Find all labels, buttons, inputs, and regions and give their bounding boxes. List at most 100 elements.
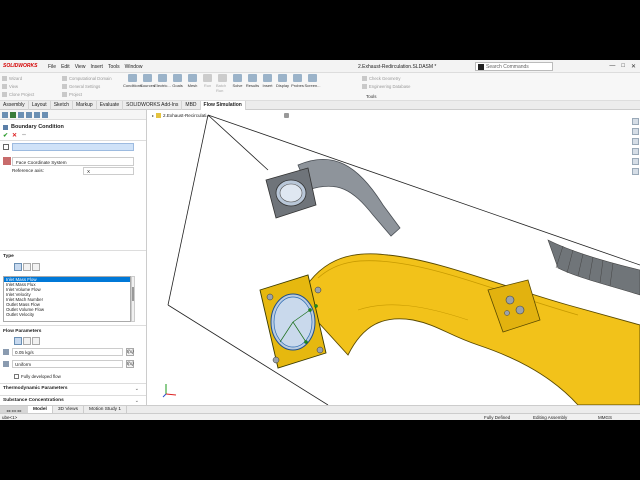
appearances-icon[interactable] [632,158,639,165]
check-geometry-icon [362,76,367,81]
boundary-condition-title: Boundary Condition [3,124,64,130]
close-button[interactable]: ✕ [631,63,636,70]
conditions-button[interactable]: Conditions [123,74,142,93]
clone-icon [2,92,7,97]
configuration-icon[interactable] [18,112,24,118]
fully-developed-checkbox[interactable] [14,374,19,379]
view-palette-icon[interactable] [632,148,639,155]
design-library-icon[interactable] [632,128,639,135]
custom-properties-icon[interactable] [632,168,639,175]
project-button[interactable]: Project [62,91,112,98]
substance-section[interactable]: Substance Concentrations [3,398,64,403]
type-option[interactable]: Outlet Velocity [4,312,130,317]
computational-domain-button[interactable]: Computational Domain [62,75,112,82]
clone-project-button[interactable]: Clone Project [2,91,34,98]
tab-layout[interactable]: Layout [29,101,51,110]
menu-view[interactable]: View [75,64,86,70]
tab-sketch[interactable]: Sketch [51,101,73,110]
tab-3d-views[interactable]: 3D Views [53,406,85,413]
reference-triad-icon [162,384,177,398]
pressure-openings-icon[interactable] [23,263,31,271]
run-button[interactable]: Run [201,74,214,93]
wall-icon[interactable] [32,263,40,271]
general-settings-button[interactable]: General Settings [62,83,112,90]
probes-button[interactable]: Probes [291,74,304,93]
mass-flow-rate-input[interactable]: 0.05 kg/s [12,348,123,356]
tab-motion-study[interactable]: Motion Study 1 [84,406,128,413]
electric-button[interactable]: Electric... [154,74,171,93]
check-geometry-button[interactable]: Check Geometry [362,75,410,82]
solve-button[interactable]: Solve [231,74,244,93]
insert-button[interactable]: Insert [261,74,274,93]
type-listbox[interactable]: Inlet Mass Flow Inlet Mass Flux Inlet Vo… [3,276,131,322]
property-manager-icon[interactable] [10,112,16,118]
graphics-area[interactable]: ▸ 2.Exhaust-Recirculati... [148,110,640,405]
profile-select[interactable]: Uniform [12,360,123,368]
flow-parameters-title[interactable]: Flow Parameters [3,329,41,334]
command-tabs: Assembly Layout Sketch Markup Evaluate S… [0,101,640,110]
menu-insert[interactable]: Insert [90,64,103,70]
exhaust-model-view [167,114,640,405]
dimxpert-icon[interactable] [26,112,32,118]
tools-dropdown[interactable]: Tools [366,94,377,99]
menu-window[interactable]: Window [125,64,143,70]
ribbon-large-buttons: Conditions Sources Electric... Goals Mes… [123,74,321,93]
solidworks-logo[interactable]: SOLIDWORKS [3,63,37,69]
status-units[interactable]: MMGS [598,415,612,420]
solidworks-resources-icon[interactable] [632,118,639,125]
pin-button[interactable]: ⇔ [21,132,27,139]
flow-analysis-tree-icon[interactable] [42,112,48,118]
results-button[interactable]: Results [246,74,259,93]
maximize-button[interactable]: □ [621,63,625,70]
menu-tools[interactable]: Tools [108,64,120,70]
view-button[interactable]: View [2,83,34,90]
file-explorer-icon[interactable] [632,138,639,145]
ribbon-left-group: Wizard View Clone Project [2,75,34,98]
minimize-button[interactable]: — [609,63,615,70]
ok-button[interactable]: ✔ [3,132,8,139]
display-button[interactable]: Display [276,74,289,93]
chevron-down-icon[interactable]: ⌄ [135,386,139,392]
batch-run-button[interactable]: Batch Run [216,74,229,93]
sources-button[interactable]: Sources [140,74,155,93]
direction-icon[interactable] [32,337,40,345]
engineering-database-button[interactable]: Engineering Database [362,83,410,90]
mass-flow-rate-icon[interactable] [14,337,22,345]
screen-button[interactable]: Screen... [305,74,321,93]
status-bar: ube<1> Fully Defined Editing Assembly MM… [0,413,640,420]
filter-icon[interactable] [3,144,9,150]
menu-file[interactable]: File [48,64,56,70]
tab-mbd[interactable]: MBD [182,101,201,110]
search-commands-input[interactable]: Search Commands [475,62,553,71]
chevron-down-icon[interactable]: ⌄ [135,398,139,404]
flow-openings-icon[interactable] [14,263,22,271]
tab-addins[interactable]: SOLIDWORKS Add-Ins [123,101,183,110]
goals-button[interactable]: Goals [171,74,184,93]
tab-flow-simulation[interactable]: Flow Simulation [200,101,246,110]
mass-flow-fx-button[interactable]: f(x) [126,348,134,356]
reference-axis-select[interactable]: X [83,167,134,175]
screen-icon [308,74,317,82]
status-editing: Editing Assembly [533,415,568,420]
tab-model[interactable]: Model [28,406,53,413]
thermodynamic-section[interactable]: Thermodynamic Parameters [3,386,68,391]
tab-evaluate[interactable]: Evaluate [97,101,124,110]
faces-selection-box[interactable] [12,143,134,151]
mesh-icon [188,74,197,82]
feature-tree-icon[interactable] [2,112,8,118]
wizard-button[interactable]: Wizard [2,75,34,82]
cancel-button[interactable]: ✕ [12,132,17,139]
coordinate-system-field[interactable]: Face Coordinate System [12,157,134,166]
type-list-scrollbar[interactable] [131,276,135,322]
mesh-button[interactable]: Mesh [186,74,199,93]
fully-developed-row[interactable]: Fully developed flow [14,374,61,379]
type-section-title[interactable]: Type [3,254,14,259]
tab-assembly[interactable]: Assembly [0,101,29,110]
profile-fx-button[interactable]: f(x) [126,360,134,368]
mass-flux-icon[interactable] [23,337,31,345]
display-manager-icon[interactable] [34,112,40,118]
tab-markup[interactable]: Markup [73,101,97,110]
menu-edit[interactable]: Edit [61,64,70,70]
fully-developed-label: Fully developed flow [21,374,61,379]
scroll-thumb[interactable] [132,287,134,301]
